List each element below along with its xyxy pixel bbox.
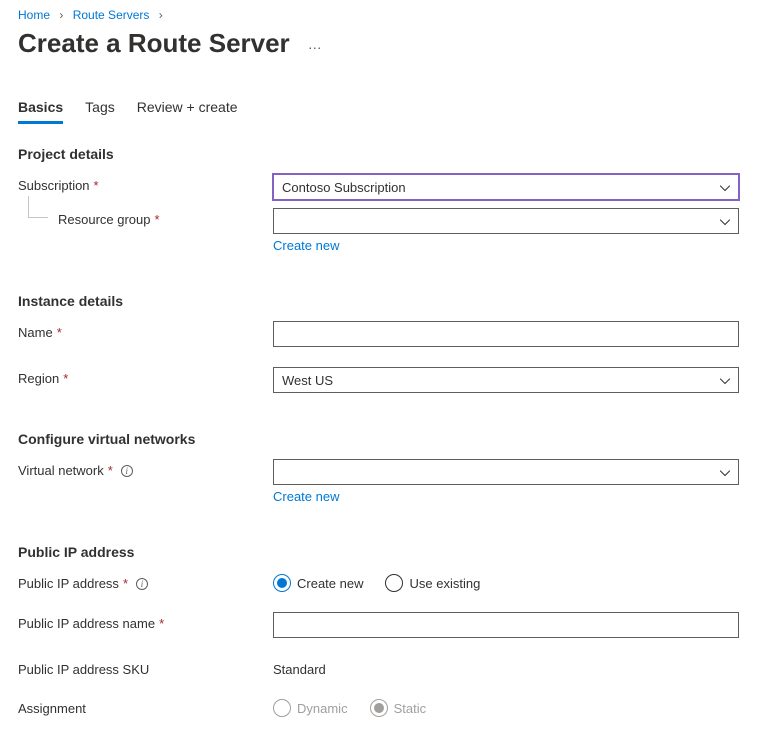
assignment-radio-group: Dynamic Static [273, 697, 739, 717]
tab-basics[interactable]: Basics [18, 99, 63, 124]
breadcrumb: Home › Route Servers › [18, 8, 739, 22]
radio-icon [385, 574, 403, 592]
name-input[interactable] [273, 321, 739, 347]
more-actions-button[interactable]: … [308, 36, 324, 52]
breadcrumb-route-servers[interactable]: Route Servers [73, 8, 150, 22]
chevron-down-icon [720, 373, 730, 388]
region-dropdown[interactable]: West US [273, 367, 739, 393]
chevron-down-icon [720, 465, 730, 480]
section-configure-vnet: Configure virtual networks [18, 431, 739, 447]
radio-icon [273, 574, 291, 592]
label-public-ip-address: Public IP address* i [18, 572, 273, 591]
chevron-down-icon [720, 214, 730, 229]
page-title: Create a Route Server [18, 28, 290, 59]
section-project-details: Project details [18, 146, 739, 162]
info-icon[interactable]: i [121, 465, 133, 477]
section-public-ip: Public IP address [18, 544, 739, 560]
create-new-vnet-link[interactable]: Create new [273, 489, 339, 504]
label-public-ip-sku: Public IP address SKU [18, 658, 273, 677]
chevron-down-icon [720, 180, 730, 195]
public-ip-radio-group: Create new Use existing [273, 572, 739, 592]
label-virtual-network: Virtual network* i [18, 459, 273, 478]
tab-review-create[interactable]: Review + create [137, 99, 238, 124]
chevron-right-icon: › [59, 8, 63, 22]
label-resource-group: Resource group* [18, 208, 273, 227]
radio-icon [370, 699, 388, 717]
virtual-network-dropdown[interactable] [273, 459, 739, 485]
radio-use-existing[interactable]: Use existing [385, 574, 480, 592]
info-icon[interactable]: i [136, 578, 148, 590]
label-public-ip-name: Public IP address name* [18, 612, 273, 631]
breadcrumb-home[interactable]: Home [18, 8, 50, 22]
chevron-right-icon: › [159, 8, 163, 22]
tabs: Basics Tags Review + create [18, 99, 739, 124]
radio-create-new[interactable]: Create new [273, 574, 363, 592]
label-assignment: Assignment [18, 697, 273, 716]
section-instance-details: Instance details [18, 293, 739, 309]
subscription-dropdown[interactable]: Contoso Subscription [273, 174, 739, 200]
public-ip-sku-value: Standard [273, 658, 739, 677]
tab-tags[interactable]: Tags [85, 99, 115, 124]
radio-dynamic: Dynamic [273, 699, 348, 717]
radio-static: Static [370, 699, 427, 717]
label-name: Name* [18, 321, 273, 340]
create-new-resource-group-link[interactable]: Create new [273, 238, 339, 253]
radio-icon [273, 699, 291, 717]
label-region: Region* [18, 367, 273, 386]
public-ip-name-input[interactable] [273, 612, 739, 638]
tree-connector-icon [28, 196, 48, 218]
resource-group-dropdown[interactable] [273, 208, 739, 234]
label-subscription: Subscription* [18, 174, 273, 193]
